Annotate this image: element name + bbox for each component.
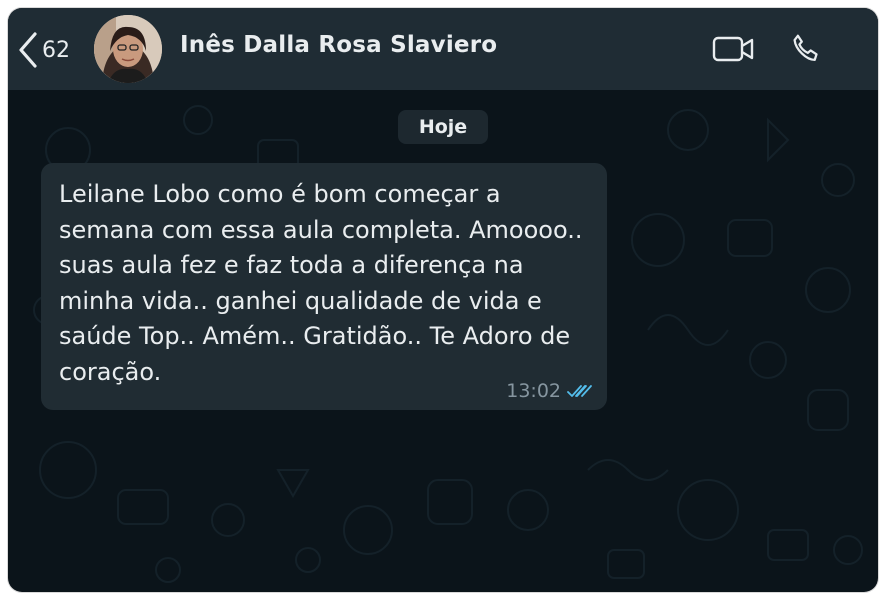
chat-window: 62 Inês Dalla Rosa Slaviero Hoje Leilane… (8, 8, 878, 592)
voice-call-button[interactable] (788, 32, 824, 72)
message-text: Leilane Lobo como é bom começar a semana… (59, 180, 583, 386)
message-time: 13:02 (506, 380, 561, 402)
contact-name[interactable]: Inês Dalla Rosa Slaviero (180, 32, 497, 58)
phone-icon (793, 34, 818, 62)
unread-count: 62 (42, 37, 70, 63)
date-separator: Hoje (398, 110, 488, 144)
video-call-button[interactable] (712, 34, 754, 68)
double-check-icon (567, 385, 592, 397)
chat-header: 62 Inês Dalla Rosa Slaviero (8, 8, 878, 90)
message-bubble[interactable]: Leilane Lobo como é bom começar a semana… (41, 163, 607, 410)
video-camera-icon (712, 36, 754, 62)
avatar[interactable] (94, 15, 162, 83)
chevron-left-icon (19, 32, 37, 68)
message-meta: 13:02 (506, 380, 593, 402)
back-button[interactable]: 62 (18, 30, 70, 70)
